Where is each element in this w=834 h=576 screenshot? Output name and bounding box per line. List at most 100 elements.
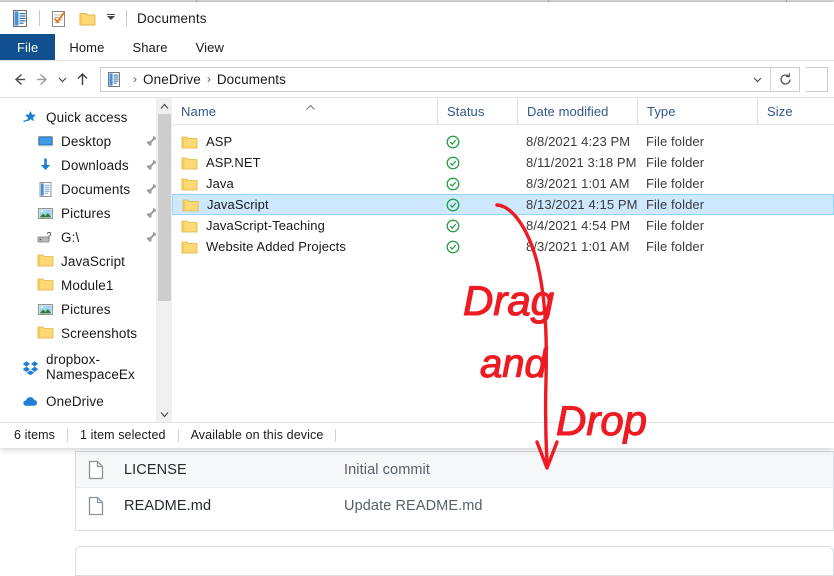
- tab-view[interactable]: View: [182, 34, 238, 60]
- sidebar-item-desktop[interactable]: Desktop: [0, 129, 172, 153]
- table-row[interactable]: ASP.NET 8/11/2021 3:18 PM File folder: [172, 152, 834, 173]
- back-arrow-icon[interactable]: [8, 67, 31, 91]
- date-modified: 8/8/2021 4:23 PM: [526, 134, 631, 149]
- status-bar: 6 items 1 item selected Available on thi…: [0, 422, 834, 447]
- address-bar[interactable]: › OneDrive › Documents: [100, 66, 800, 92]
- customize-quick-access-chevron-icon[interactable]: [104, 11, 118, 25]
- new-folder-icon[interactable]: [77, 8, 98, 29]
- scroll-down-button[interactable]: [157, 406, 172, 422]
- network-drive-icon: ?: [37, 229, 54, 246]
- up-arrow-icon[interactable]: [71, 67, 94, 91]
- list-item[interactable]: LICENSE Initial commit: [76, 452, 833, 488]
- sidebar-item-pictures[interactable]: Pictures: [0, 201, 172, 225]
- status-divider: [335, 428, 337, 442]
- column-label: Status: [447, 103, 485, 119]
- file-type: File folder: [646, 134, 705, 149]
- ribbon-tab-bar: File Home Share View: [0, 34, 834, 60]
- desktop-icon: [37, 133, 54, 150]
- status-divider: [177, 428, 179, 442]
- forward-arrow-icon[interactable]: [31, 67, 54, 91]
- column-label: Size: [767, 103, 793, 119]
- tab-home[interactable]: Home: [55, 34, 118, 60]
- sidebar-item-screenshots[interactable]: Screenshots: [0, 321, 172, 345]
- sidebar-item-javascript[interactable]: JavaScript: [0, 249, 172, 273]
- folder-icon: [37, 253, 54, 270]
- recent-locations-chevron-icon[interactable]: [54, 67, 71, 91]
- file-name: LICENSE: [124, 461, 187, 478]
- sidebar-item-label: JavaScript: [61, 253, 126, 269]
- file-list-pane: Name Status Date modified Type Size ASP …: [172, 98, 834, 422]
- commit-message: Update README.md: [344, 498, 483, 514]
- toolbar-divider: [126, 10, 127, 26]
- date-modified: 8/3/2021 1:01 AM: [526, 239, 630, 254]
- sidebar-scrollbar[interactable]: [156, 98, 172, 422]
- breadcrumb-onedrive[interactable]: OneDrive: [143, 72, 201, 87]
- scrollbar-thumb[interactable]: [158, 114, 171, 301]
- pictures-icon: [37, 205, 54, 222]
- sidebar-item-label: Pictures: [61, 301, 111, 317]
- sidebar-item-label: Documents: [61, 181, 131, 197]
- file-icon: [88, 460, 106, 480]
- chevron-down-icon[interactable]: [744, 68, 770, 91]
- column-label: Name: [181, 103, 217, 119]
- folder-icon: [37, 325, 54, 342]
- sidebar-item-gdrive[interactable]: ? G:\: [0, 225, 172, 249]
- file-name: ASP.NET: [206, 155, 261, 170]
- sidebar-item-label: Screenshots: [61, 325, 138, 341]
- tab-file[interactable]: File: [0, 34, 56, 60]
- file-name: JavaScript: [207, 197, 269, 212]
- file-type: File folder: [646, 239, 705, 254]
- folder-icon: [181, 156, 198, 170]
- file-name: Java: [206, 176, 234, 191]
- folder-icon: [181, 219, 198, 233]
- column-header-type[interactable]: Type: [637, 98, 757, 124]
- sidebar-item-label: Desktop: [61, 133, 112, 149]
- tab-share[interactable]: Share: [118, 34, 181, 60]
- list-item[interactable]: README.md Update README.md: [76, 488, 833, 524]
- sidebar-item-pictures-2[interactable]: Pictures: [0, 297, 172, 321]
- sidebar-item-downloads[interactable]: Downloads: [0, 153, 172, 177]
- sidebar-item-label: Pictures: [61, 205, 111, 221]
- refresh-icon[interactable]: [770, 67, 799, 91]
- navigation-pane: Quick access Desktop Downloads Documents…: [0, 98, 172, 422]
- table-row-selected[interactable]: JavaScript 8/13/2021 4:15 PM File folder: [172, 194, 834, 215]
- documents-library-icon[interactable]: [10, 8, 31, 29]
- sidebar-item-module1[interactable]: Module1: [0, 273, 172, 297]
- selection-count: 1 item selected: [80, 428, 166, 442]
- available-on-device-check-icon: [446, 240, 460, 254]
- date-modified: 8/11/2021 3:18 PM: [526, 155, 637, 170]
- file-name: JavaScript-Teaching: [206, 218, 325, 233]
- sidebar-item-label: Downloads: [61, 157, 129, 173]
- available-on-device-check-icon: [446, 198, 460, 212]
- search-input[interactable]: [806, 66, 828, 92]
- breadcrumb-documents[interactable]: Documents: [217, 72, 286, 87]
- documents-library-icon: [37, 181, 54, 198]
- column-header-date-modified[interactable]: Date modified: [517, 98, 637, 124]
- table-row[interactable]: ASP 8/8/2021 4:23 PM File folder: [172, 131, 834, 152]
- svg-text:?: ?: [47, 230, 52, 240]
- sidebar-item-documents[interactable]: Documents: [0, 177, 172, 201]
- scroll-up-button[interactable]: [157, 98, 172, 114]
- file-size: [757, 173, 820, 194]
- table-row[interactable]: Java 8/3/2021 1:01 AM File folder: [172, 173, 834, 194]
- column-header-status[interactable]: Status: [437, 98, 517, 124]
- github-file-list: LICENSE Initial commit README.md Update …: [75, 452, 834, 531]
- column-header-name[interactable]: Name: [172, 98, 437, 124]
- toolbar-divider: [39, 10, 40, 26]
- file-type: File folder: [646, 218, 705, 233]
- explorer-body: Quick access Desktop Downloads Documents…: [0, 97, 834, 422]
- folder-icon: [181, 177, 198, 191]
- sidebar-item-quick-access[interactable]: Quick access: [0, 105, 172, 129]
- file-size: [757, 131, 820, 152]
- table-row[interactable]: JavaScript-Teaching 8/4/2021 4:54 PM Fil…: [172, 215, 834, 236]
- properties-checkmark-icon[interactable]: [48, 8, 69, 29]
- sidebar-item-dropbox[interactable]: dropbox-NamespaceEx: [0, 352, 172, 382]
- title-bar: Documents: [0, 2, 834, 34]
- sidebar-item-onedrive[interactable]: OneDrive: [0, 389, 172, 413]
- folder-icon: [37, 277, 54, 294]
- folder-icon: [181, 135, 198, 149]
- column-header-size[interactable]: Size: [757, 98, 820, 124]
- file-explorer-window: Documents File Home Share View › OneDriv…: [0, 2, 834, 448]
- table-row[interactable]: Website Added Projects 8/3/2021 1:01 AM …: [172, 236, 834, 257]
- file-size: [757, 236, 820, 257]
